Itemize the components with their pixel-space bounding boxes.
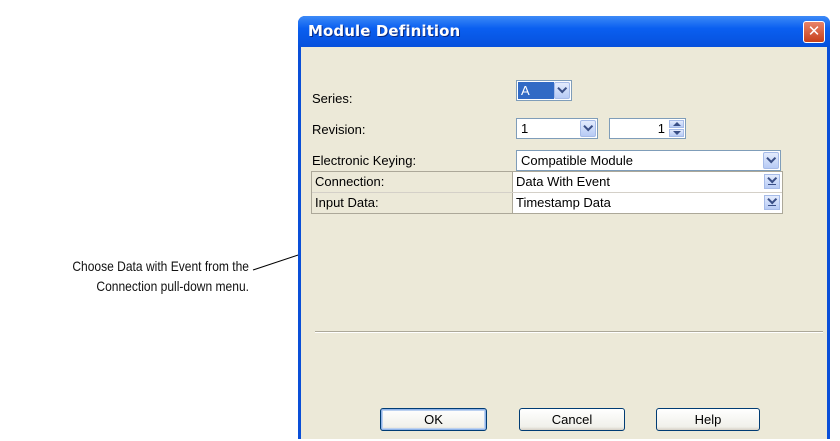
electronic-keying-select[interactable]: Compatible Module	[516, 150, 781, 171]
chevron-down-icon	[768, 177, 776, 183]
input-data-dropdown-button[interactable]	[764, 195, 780, 210]
spin-up-button[interactable]	[669, 120, 684, 128]
dropdown-underline	[768, 205, 776, 206]
separator	[315, 331, 823, 333]
connection-property-grid: Connection: Data With Event Input Data: …	[311, 171, 783, 214]
chevron-down-icon	[767, 157, 775, 163]
input-data-label: Input Data:	[312, 193, 513, 213]
series-value: A	[518, 82, 554, 99]
revision-major-dropdown-button[interactable]	[580, 120, 596, 137]
callout-line-2: Connection pull-down menu.	[96, 278, 249, 294]
help-button[interactable]: Help	[656, 408, 760, 431]
dialog-title: Module Definition	[308, 22, 461, 40]
electronic-keying-value: Compatible Module	[521, 153, 634, 168]
cancel-button[interactable]: Cancel	[519, 408, 625, 431]
chevron-down-icon	[558, 87, 566, 93]
dropdown-underline	[768, 184, 776, 185]
revision-label: Revision:	[312, 122, 366, 137]
series-label: Series:	[312, 91, 353, 106]
input-data-value[interactable]: Timestamp Data	[516, 193, 611, 212]
ok-button[interactable]: OK	[380, 408, 487, 431]
close-button[interactable]: ✕	[803, 21, 825, 43]
callout-line-1: Choose Data with Event from the	[72, 258, 249, 274]
spinner-arrows	[669, 120, 684, 137]
grid-row-connection: Connection: Data With Event	[312, 172, 782, 193]
chevron-down-icon	[584, 125, 592, 131]
spin-down-button[interactable]	[669, 129, 684, 137]
electronic-keying-label: Electronic Keying:	[312, 153, 417, 168]
dialog-client: Series: A Revision: 1 1 Electronic Keyin…	[301, 47, 827, 439]
arrow-up-icon	[673, 122, 681, 126]
electronic-keying-dropdown-button[interactable]	[763, 152, 779, 169]
revision-minor-value: 1	[657, 121, 665, 136]
connection-dropdown-button[interactable]	[764, 174, 780, 189]
title-bar[interactable]: Module Definition ✕	[298, 16, 830, 47]
series-select[interactable]: A	[516, 80, 572, 101]
chevron-down-icon	[768, 198, 776, 204]
revision-minor-spinner[interactable]: 1	[609, 118, 686, 139]
module-definition-dialog: Module Definition ✕ Series: A Revision: …	[298, 16, 830, 439]
connection-value[interactable]: Data With Event	[516, 172, 610, 191]
grid-row-input-data: Input Data: Timestamp Data	[312, 193, 782, 213]
close-icon: ✕	[807, 22, 821, 40]
revision-major-value: 1	[521, 121, 529, 136]
revision-major-select[interactable]: 1	[516, 118, 598, 139]
connection-label: Connection:	[312, 172, 513, 192]
series-dropdown-button[interactable]	[554, 82, 570, 99]
callout-text: Choose Data with Event from the Connecti…	[35, 256, 249, 296]
arrow-down-icon	[673, 131, 681, 135]
